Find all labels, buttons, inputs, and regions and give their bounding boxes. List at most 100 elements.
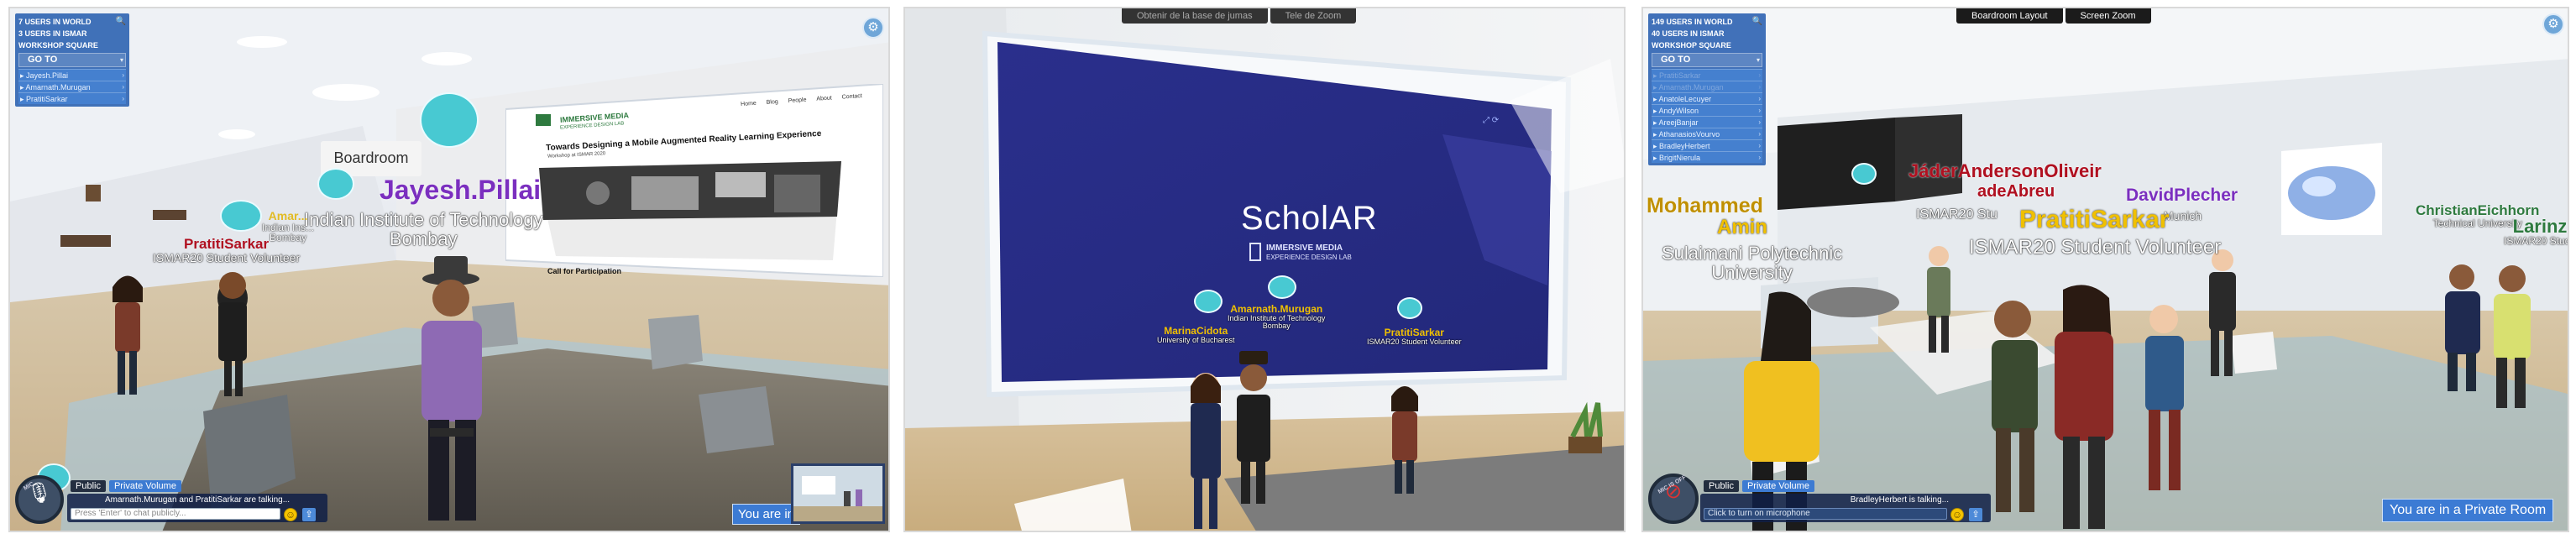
avatar-nametag-david[interactable]: DavidPlecher [2126, 186, 2238, 205]
minimap-view[interactable] [791, 463, 885, 524]
chat-tabs: Public Private Volume [71, 480, 181, 492]
tab-private-volume[interactable]: Private Volume [108, 480, 181, 492]
avatar-nametag-pratiti[interactable]: PratitiSarkar ISMAR20 Student Volunteer [153, 237, 300, 264]
user-list-item[interactable]: ▸ BrigitNierula › [1652, 151, 1762, 163]
boardroom-view-3: Boardroom Layout Screen Zoom JáderAnders… [1641, 7, 2569, 532]
chat-panel: MIC IS OFF ⊘ Public Private Volume Bradl… [1648, 470, 2001, 524]
screen-lab-sub: EXPERIENCE DESIGN LAB [1266, 254, 1352, 261]
website-display-screen[interactable] [505, 84, 883, 277]
room-user-count: 40 USERS IN ISMAR [1652, 29, 1725, 38]
top-tabs: Obtenir de la base de jumas Tele de Zoom [1122, 8, 1357, 24]
avatar-nametag-jader[interactable]: JáderAndersonOliveir [1908, 161, 2102, 181]
tab-public[interactable]: Public [71, 480, 106, 492]
world-user-count: 149 USERS IN WORLD 🔍 [1652, 16, 1762, 28]
user-list-item[interactable]: ▸ Amarnath.Murugan › [18, 81, 126, 92]
chevron-right-icon: › [122, 82, 124, 91]
tab-boardroom-layout[interactable]: Boardroom Layout [1956, 8, 2063, 24]
minimap-thumbnail [793, 466, 882, 521]
share-icon[interactable]: ⇪ [1969, 508, 1982, 521]
goto-button[interactable]: GO TO ▾ [18, 53, 126, 67]
chevron-right-icon: › [1758, 106, 1761, 114]
user-list-panel: 7 USERS IN WORLD 🔍 3 USERS IN ISMAR WORKS… [15, 13, 129, 107]
chat-panel: MIC 🎙 Public Private Volume Amarnath.Mur… [15, 463, 334, 524]
chat-input[interactable]: Press 'Enter' to chat publicly... [71, 508, 280, 520]
avatar-nametag-ade[interactable]: adeAbreu [1977, 183, 2055, 201]
smiley-icon[interactable]: ☺ [284, 508, 297, 521]
user-list-item[interactable]: ▸ PratitiSarkar › [1652, 69, 1762, 81]
avatar-affiliation-jayesh: Indian Institute of Technology Bombay [304, 209, 543, 250]
user-list-item[interactable]: ▸ PratitiSarkar › [18, 92, 126, 104]
user-list-item[interactable]: ▸ Amarnath.Murugan › [1652, 81, 1762, 92]
chevron-right-icon: › [1758, 94, 1761, 102]
room-user-count: 3 USERS IN ISMAR [18, 29, 87, 38]
chevron-right-icon: › [1758, 82, 1761, 91]
search-icon[interactable]: 🔍 [1752, 16, 1762, 28]
chevron-right-icon: › [1758, 71, 1761, 79]
site-nav-home[interactable]: Home [741, 101, 757, 107]
chevron-right-icon: › [122, 94, 124, 102]
avatar-nametag-pratiti[interactable]: PratitiSarkar [2019, 207, 2169, 233]
tab-zoom[interactable]: Tele de Zoom [1270, 8, 1357, 24]
smiley-icon[interactable]: ☺ [1950, 508, 1964, 521]
chat-area: Amarnath.Murugan and PratitiSarkar are t… [67, 494, 327, 522]
screen-expand-icon[interactable]: ⤢ ⟳ [1483, 116, 1499, 125]
avatar-affiliation-david: Munich [2164, 209, 2202, 222]
gear-icon[interactable]: ⚙ [862, 17, 884, 39]
avatar-nametag-larinz[interactable]: Larinz ISMAR20 Stude [2504, 217, 2568, 247]
speech-bubble-icon [1194, 290, 1223, 313]
microphone-button[interactable]: MIC IS OFF ⊘ [1648, 474, 1699, 524]
screen-lab-title: IMMERSIVE MEDIA [1266, 243, 1343, 253]
talking-status: BradleyHerbert is talking... [1850, 495, 1949, 505]
site-nav-blog[interactable]: Blog [767, 99, 778, 106]
speech-bubble-icon [420, 92, 479, 148]
private-room-label: You are in a Private Room [2382, 499, 2554, 522]
site-nav-about[interactable]: About [816, 95, 832, 102]
chevron-right-icon: › [122, 71, 124, 79]
microphone-toggle-input[interactable]: Click to turn on microphone [1704, 508, 1947, 520]
chevron-right-icon: › [1758, 141, 1761, 149]
avatar-nametag-jayesh[interactable]: Jayesh.Pillai [380, 175, 542, 205]
user-list-panel: 149 USERS IN WORLD 🔍 40 USERS IN ISMAR WO… [1648, 13, 1766, 165]
goto-button[interactable]: GO TO ▾ [1652, 53, 1762, 67]
chevron-down-icon: ▾ [119, 56, 123, 64]
chevron-right-icon: › [1758, 129, 1761, 138]
microphone-button[interactable]: MIC 🎙 [15, 475, 64, 524]
avatar-nametag-mohammed[interactable]: Mohammed [1647, 195, 1763, 217]
chevron-right-icon: › [1758, 153, 1761, 161]
room-name: WORKSHOP SQUARE [18, 41, 98, 50]
speech-bubble-icon [317, 168, 354, 200]
avatar-nametag-amarnath[interactable]: Amarnath.Murugan Indian Institute of Tec… [1228, 304, 1325, 330]
boardroom-view-2: Obtenir de la base de jumas Tele de Zoom… [903, 7, 1626, 532]
search-icon[interactable]: 🔍 [116, 16, 126, 28]
site-cta[interactable]: Call for Participation [547, 267, 621, 275]
tab-screen-zoom[interactable]: Screen Zoom [2065, 8, 2151, 24]
user-list-item[interactable]: ▸ AndyWilson › [1652, 104, 1762, 116]
tab-layout[interactable]: Obtenir de la base de jumas [1122, 8, 1268, 24]
avatar-affiliation-sulaimani: Sulaimani Polytechnic University [1662, 243, 1843, 284]
user-list-item[interactable]: ▸ AthanasiosVourvo › [1652, 128, 1762, 139]
avatar-nametag-pratiti[interactable]: PratitiSarkar ISMAR20 Student Volunteer [1367, 327, 1462, 346]
speech-bubble-icon [220, 200, 262, 232]
microphone-icon: 🎙 [26, 482, 53, 505]
speech-bubble-icon [1268, 275, 1296, 299]
chat-area: BradleyHerbert is talking... Click to tu… [1700, 494, 1991, 522]
room-name: WORKSHOP SQUARE [1652, 41, 1731, 50]
room-sign-text: Boardroom [333, 149, 409, 166]
user-list-item[interactable]: ▸ AnatoleLecuyer › [1652, 92, 1762, 104]
scholar-brand: ScholAR [1241, 200, 1378, 237]
chevron-right-icon: › [1758, 118, 1761, 126]
avatar-name: Jayesh.Pillai [380, 175, 542, 205]
speech-bubble-icon [1851, 163, 1877, 185]
user-list-item[interactable]: ▸ BradleyHerbert › [1652, 139, 1762, 151]
avatar-nametag-marina[interactable]: MarinaCidota University of Bucharest [1157, 326, 1235, 344]
avatar-affiliation-ade: ISMAR20 Stu [1916, 207, 1997, 222]
gear-icon[interactable]: ⚙ [2542, 13, 2564, 35]
avatar-affiliation-mohammed: Amin [1717, 216, 1767, 238]
user-list-item[interactable]: ▸ Jayesh.Pillai › [18, 69, 126, 81]
user-list-item[interactable]: ▸ AreejBanjar › [1652, 116, 1762, 128]
share-icon[interactable]: ⇪ [302, 508, 316, 521]
private-room-label: You are in [732, 504, 801, 525]
tab-private-volume[interactable]: Private Volume [1741, 480, 1814, 492]
tab-public[interactable]: Public [1704, 480, 1739, 492]
chat-tabs: Public Private Volume [1704, 480, 1814, 492]
